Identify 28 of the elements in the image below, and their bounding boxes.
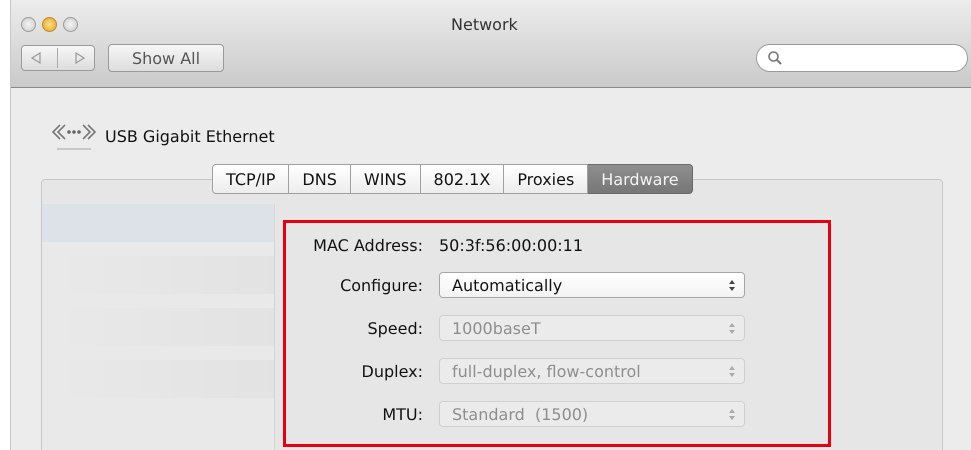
stepper-arrows-icon bbox=[728, 408, 736, 420]
stepper-arrows-icon bbox=[728, 278, 736, 292]
window-title: Network bbox=[451, 14, 518, 34]
tab[interactable]: DNS bbox=[289, 164, 351, 194]
back-icon[interactable] bbox=[29, 52, 44, 64]
popup-menu[interactable]: Automatically bbox=[439, 272, 745, 298]
search-icon bbox=[767, 50, 783, 66]
stepper-arrows-icon bbox=[728, 322, 736, 334]
minimize-button[interactable] bbox=[42, 16, 57, 32]
field-label: MTU: bbox=[381, 404, 423, 424]
show-all-button[interactable]: Show All bbox=[108, 44, 224, 72]
close-button[interactable] bbox=[21, 16, 36, 32]
tab[interactable]: WINS bbox=[350, 164, 421, 194]
tab[interactable]: Proxies bbox=[504, 164, 588, 194]
back-forward-control[interactable] bbox=[21, 45, 95, 71]
forward-icon[interactable] bbox=[72, 52, 87, 64]
zoom-button[interactable] bbox=[63, 16, 78, 32]
field-label: Speed: bbox=[366, 318, 423, 338]
field-label: MAC Address: bbox=[312, 236, 423, 255]
field-label: Configure: bbox=[339, 276, 423, 294]
tab[interactable]: TCP/IP bbox=[212, 164, 290, 194]
tab[interactable]: Hardware bbox=[588, 164, 693, 194]
tab[interactable]: 802.1X bbox=[420, 164, 504, 194]
field-value: 50:3f:56:00:00:11 bbox=[439, 236, 584, 255]
search-field[interactable] bbox=[756, 44, 968, 72]
stepper-arrows-icon bbox=[728, 364, 736, 378]
service-name: USB Gigabit Ethernet bbox=[105, 126, 275, 146]
field-label: Duplex: bbox=[360, 362, 423, 380]
